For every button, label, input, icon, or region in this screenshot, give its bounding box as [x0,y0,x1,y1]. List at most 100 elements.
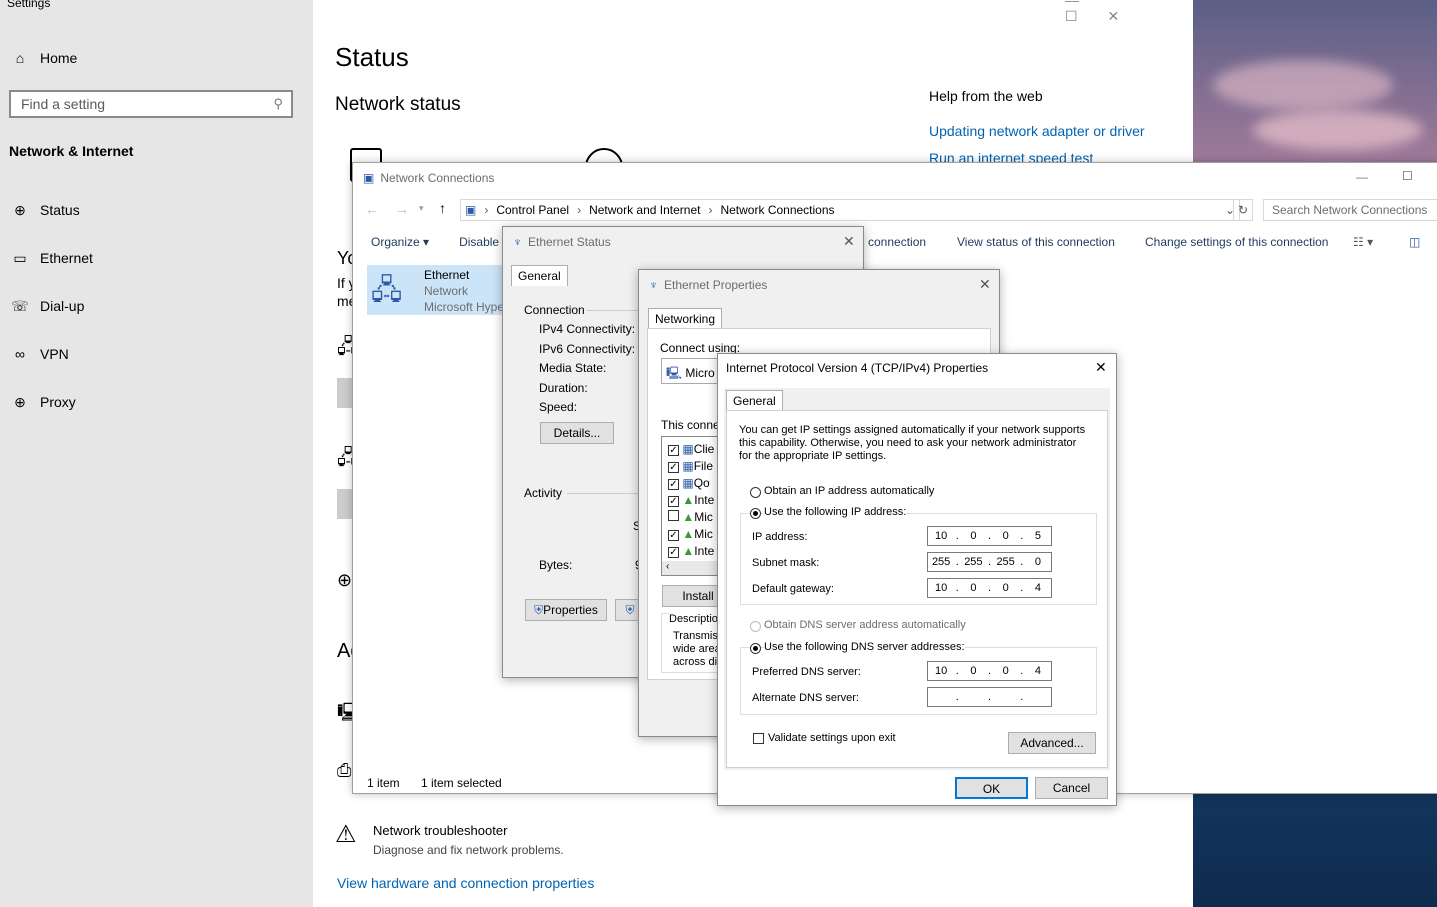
breadcrumb-network-connections[interactable]: Network Connections [720,203,834,217]
refresh-button[interactable]: ↻ [1233,199,1253,221]
protocol-icon: ▲ [682,527,695,541]
connection-button-partial[interactable]: connection [868,235,926,249]
list-item[interactable]: ✓ ▦Clie [668,442,714,456]
help-link-adapter[interactable]: Updating network adapter or driver [929,123,1145,139]
list-item[interactable]: ✓ ▦Qo [668,476,710,490]
close-button[interactable]: ✕ [843,233,855,250]
service-icon: ▦ [682,476,694,490]
item-label: Mic [694,510,713,524]
view-status-button[interactable]: View status of this connection [957,235,1115,249]
list-item[interactable]: ✓ ▲Mic [668,527,713,541]
preferred-dns-field[interactable]: 10. 0. 0. 4 [927,661,1052,681]
tab-networking[interactable]: Networking [648,308,723,329]
recent-dropdown[interactable]: ▾ [419,203,424,214]
nav-proxy-label: Proxy [40,394,76,410]
nav-vpn[interactable]: ∞ VPN [0,334,313,374]
search-icon: ⚲ [273,96,283,111]
view-options-icon[interactable]: ☷ ▾ [1353,235,1373,249]
checkbox[interactable]: ✓ [668,496,679,507]
close-button[interactable]: ✕ [979,276,991,293]
divider [567,493,643,494]
default-gateway-label: Default gateway: [752,583,834,595]
cancel-button[interactable]: Cancel [1035,777,1108,799]
button-partial[interactable] [337,489,353,519]
maximize-button[interactable]: ☐ [1402,169,1413,183]
list-item[interactable]: ✓ ▦File [668,459,713,473]
octet: 0 [970,582,977,594]
obtain-ip-auto-radio[interactable] [750,487,761,498]
disable-button[interactable]: Disable [459,235,499,249]
close-button[interactable]: ✕ [1095,359,1107,376]
alternate-dns-field[interactable]: ... [927,687,1052,707]
description-text: across div [673,656,723,668]
nav-ethernet[interactable]: ▭ Ethernet [0,238,313,278]
up-button[interactable]: ↑ [439,200,446,216]
properties-button[interactable]: ⛨Properties [525,599,607,621]
minimize-button[interactable]: — [1356,170,1368,184]
subnet-mask-field[interactable]: 255. 255. 255. 0 [927,552,1052,572]
list-item[interactable]: ✓ ▲Inte [668,544,714,558]
address-bar[interactable]: ▣ › Control Panel › Network and Internet… [460,199,1240,221]
octet: 4 [1034,665,1041,677]
window-controls[interactable]: —☐✕ [1065,0,1193,25]
checkbox[interactable]: ✓ [668,462,679,473]
this-connection-label: This connec [661,418,726,432]
checkbox[interactable] [668,510,679,521]
ethernet-icon: ♆ [513,235,522,249]
checkbox[interactable]: ✓ [668,479,679,490]
validate-label[interactable]: Validate settings upon exit [768,732,896,744]
protocol-icon: ▲ [682,510,695,524]
speed-label: Speed: [539,400,578,414]
ethernet-connection-item[interactable]: 🖧 Ethernet Network Microsoft Hype [367,265,507,315]
validate-checkbox[interactable] [753,733,764,744]
nav-home[interactable]: ⌂ Home [0,38,313,78]
status-item-count: 1 item [367,776,400,790]
list-item[interactable]: ✓ ▲Inte [668,493,714,507]
use-following-ip-label[interactable]: Use the following IP address: [764,506,907,518]
octet: 255 [996,556,1015,568]
button-partial[interactable] [337,378,353,408]
settings-window-title: Settings [7,0,51,10]
ip-address-field[interactable]: 10. 0. 0. 5 [927,526,1052,546]
ipv4-properties-dialog: Internet Protocol Version 4 (TCP/IPv4) P… [717,353,1117,806]
obtain-dns-auto-label[interactable]: Obtain DNS server address automatically [764,619,966,631]
octet: 0 [970,665,977,677]
use-following-dns-radio[interactable] [750,643,761,654]
breadcrumb-network-internet[interactable]: Network and Internet [589,203,700,217]
change-settings-button[interactable]: Change settings of this connection [1145,235,1328,249]
use-following-ip-radio[interactable] [750,508,761,519]
nav-dialup[interactable]: ☏ Dial-up [0,286,313,326]
forward-button[interactable]: → [395,201,409,217]
breadcrumb-control-panel[interactable]: Control Panel [496,203,569,217]
troubleshooter-title[interactable]: Network troubleshooter [373,823,507,838]
ipv6-connectivity-label: IPv6 Connectivity: [539,342,636,356]
search-network-connections-input[interactable]: Search Network Connections [1263,199,1437,221]
back-button[interactable]: ← [365,201,379,217]
checkbox[interactable]: ✓ [668,530,679,541]
find-setting-input[interactable]: Find a setting ⚲ [9,90,293,118]
checkbox[interactable]: ✓ [668,547,679,558]
bytes-label: Bytes: [539,558,573,572]
divider [587,310,643,311]
ok-button[interactable]: OK [955,777,1028,799]
nav-status[interactable]: ⊕ Status [0,190,313,230]
details-button[interactable]: Details... [540,422,614,444]
nav-proxy[interactable]: ⊕ Proxy [0,382,313,422]
list-item[interactable]: ▲Mic [668,510,713,524]
nav-ethernet-label: Ethernet [40,250,93,266]
obtain-ip-auto-label[interactable]: Obtain an IP address automatically [764,485,934,497]
tab-general[interactable]: General [511,265,568,286]
default-gateway-field[interactable]: 10. 0. 0. 4 [927,578,1052,598]
checkbox[interactable]: ✓ [668,445,679,456]
tab-general[interactable]: General [726,390,783,411]
advanced-button[interactable]: Advanced... [1008,732,1096,754]
preview-pane-icon[interactable]: ◫ [1409,235,1420,249]
obtain-dns-auto-radio[interactable] [750,621,761,632]
hardware-properties-link[interactable]: View hardware and connection properties [337,875,594,891]
duration-label: Duration: [539,381,588,395]
organize-menu[interactable]: Organize ▾ [371,235,429,249]
octet: 255 [931,556,951,568]
nc-title: Network Connections [380,171,495,185]
use-following-dns-label[interactable]: Use the following DNS server addresses: [764,641,965,653]
ethernet-icon: ♆ [649,278,658,292]
